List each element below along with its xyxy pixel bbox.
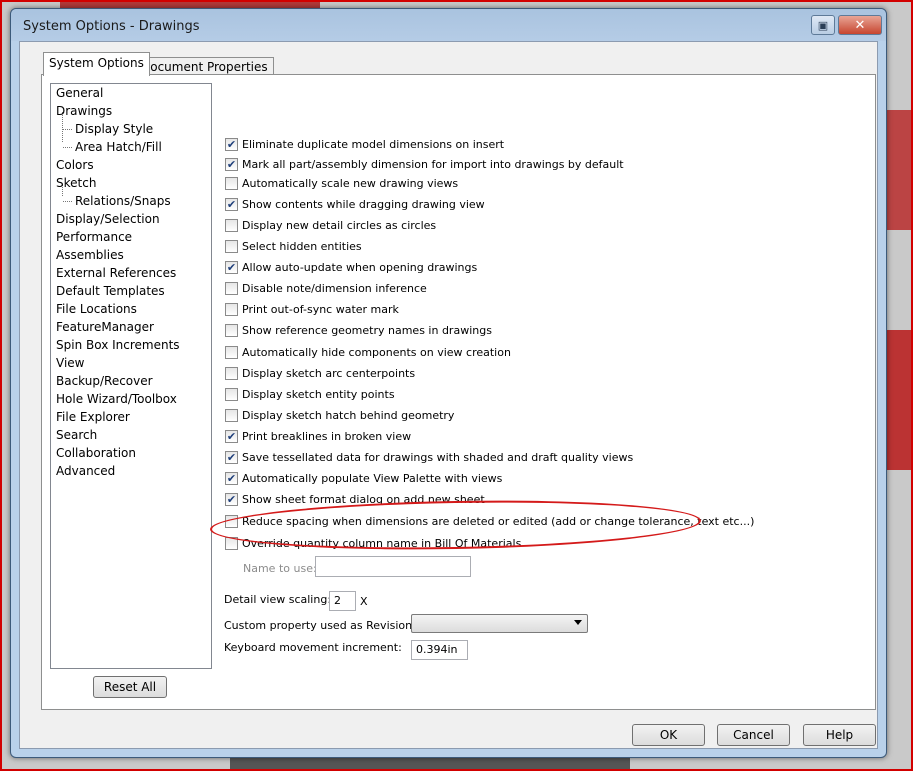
screenshot-red-frame — [0, 0, 913, 771]
tab-system-options[interactable]: System Options — [43, 52, 150, 76]
